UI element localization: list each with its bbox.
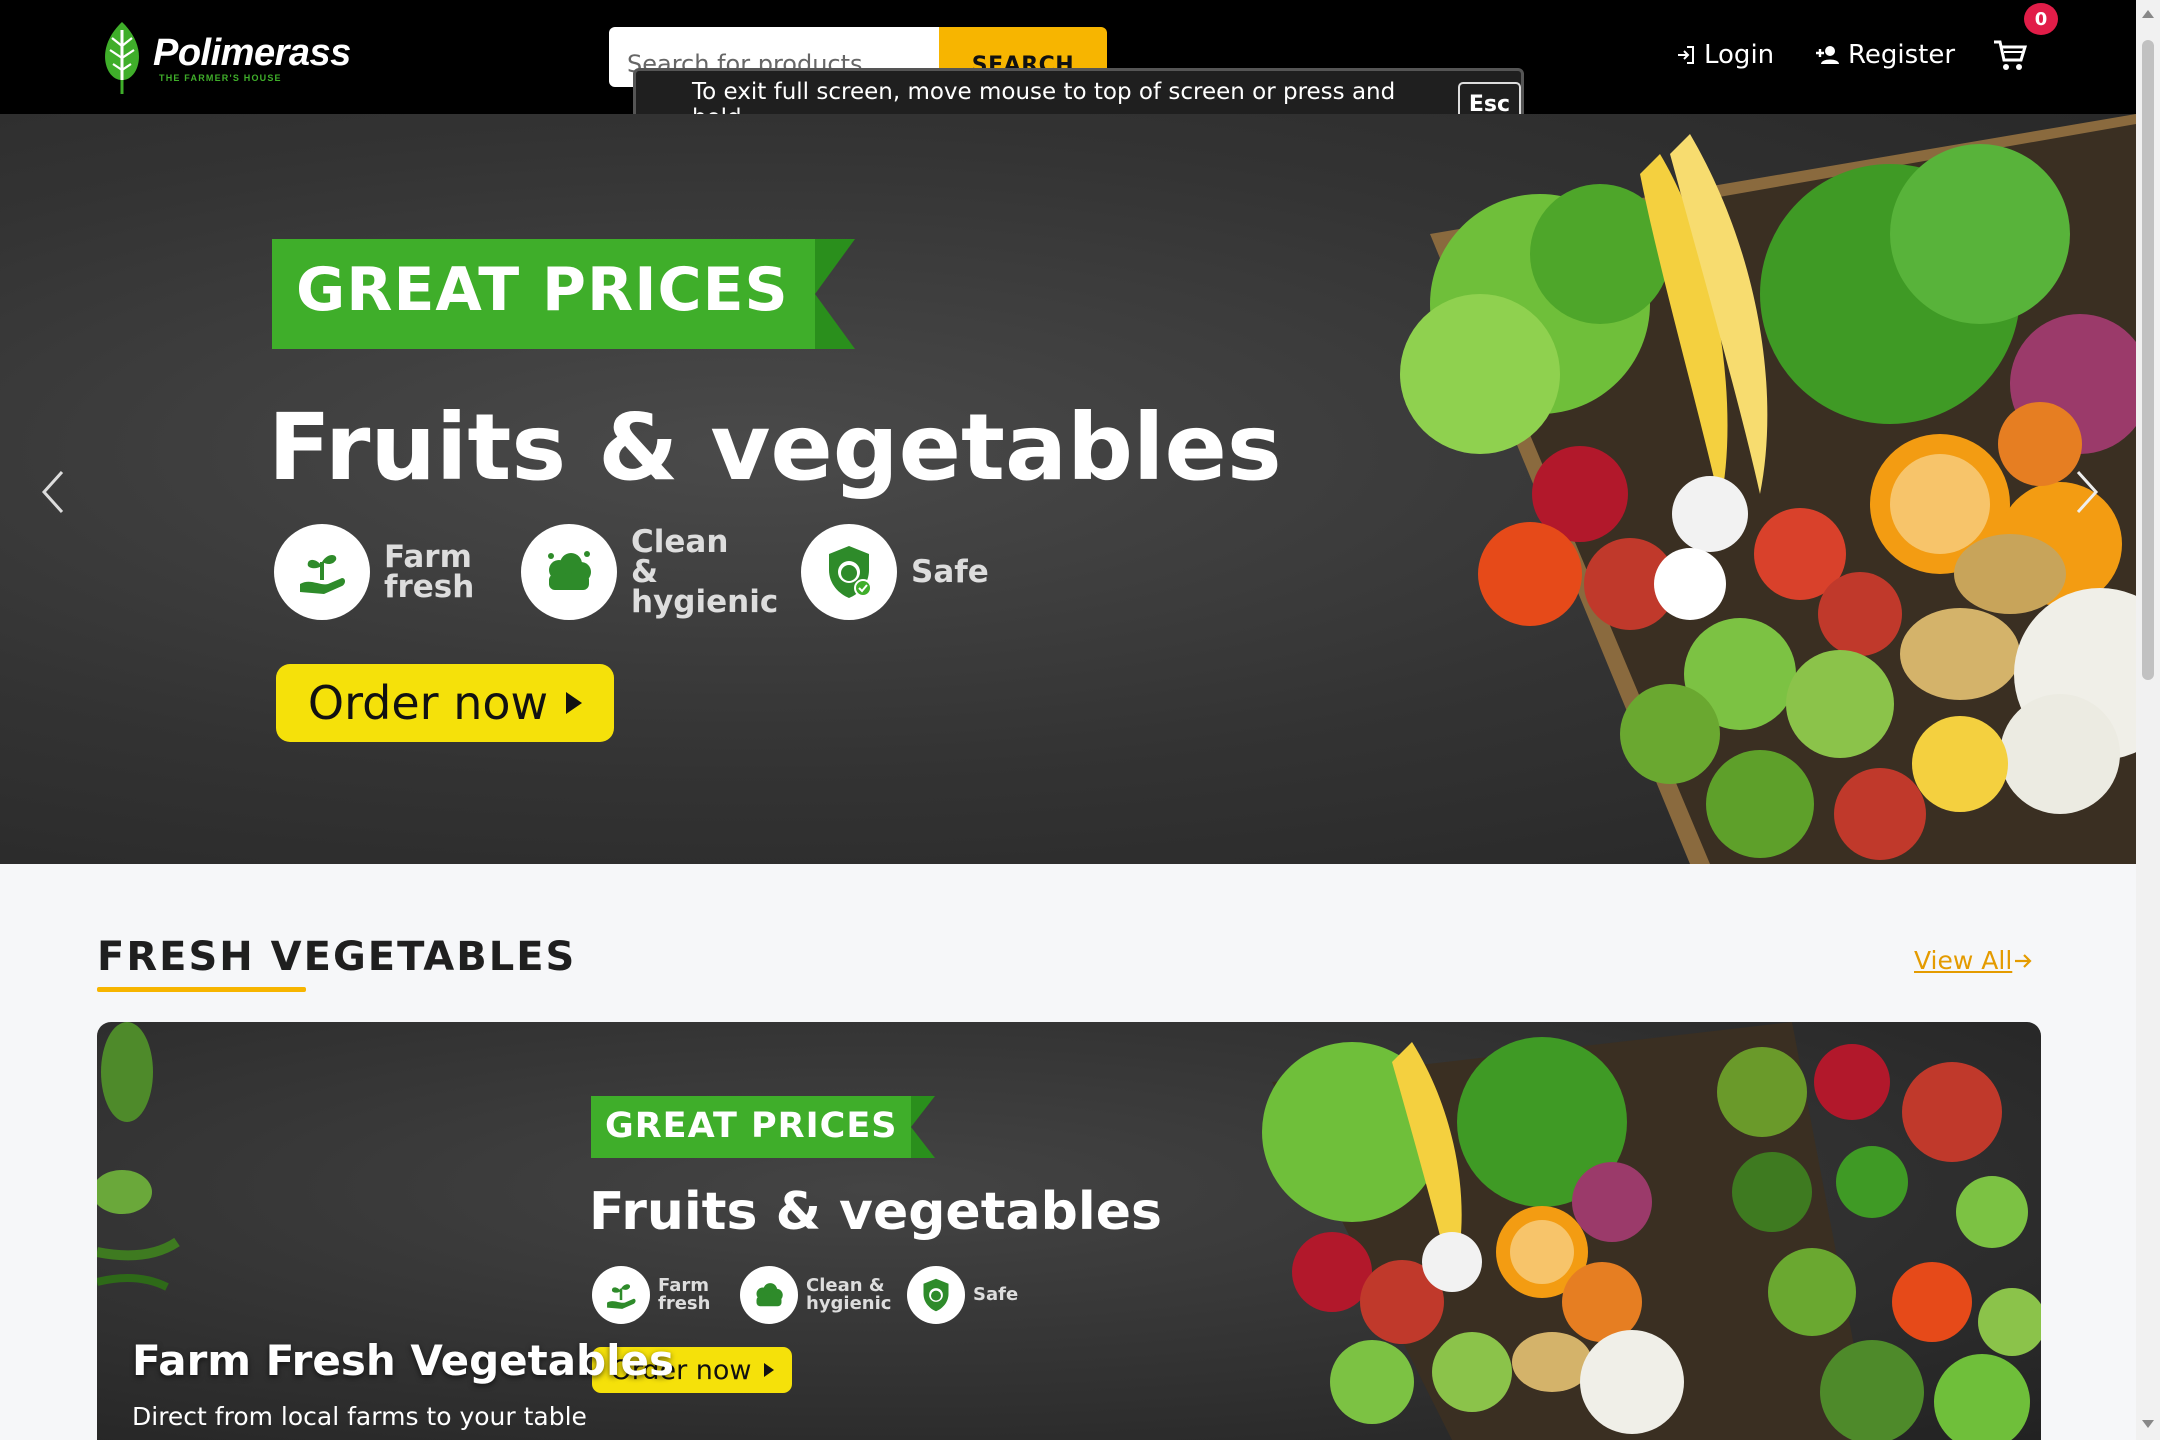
login-label: Login [1704, 40, 1775, 70]
play-arrow-icon [566, 692, 583, 714]
order-now-label: Order now [307, 676, 549, 730]
card-subtitle: Direct from local farms to your table [132, 1402, 587, 1431]
feature-label: Clean & hygienic [806, 1275, 892, 1314]
feature-safe: Safe [801, 524, 1041, 620]
feature-label: Safe [973, 1284, 1019, 1305]
order-now-button[interactable]: Order now [276, 664, 614, 742]
hero-carousel: GREAT PRICES Fruits & vegetables Farm fr… [0, 114, 2136, 864]
register-label: Register [1848, 40, 1956, 70]
arrow-right-icon [2015, 953, 2032, 968]
page-scrollbar[interactable] [2136, 0, 2160, 1440]
card-ribbon: GREAT PRICES [591, 1096, 936, 1158]
hand-plant-icon [274, 524, 370, 620]
logo-text: Polimerass THE FARMER'S HOUSE [153, 33, 351, 83]
hero-ribbon-text: GREAT PRICES [272, 239, 815, 349]
view-all-link[interactable]: View All [1914, 946, 2034, 975]
brand-tagline: THE FARMER'S HOUSE [159, 73, 282, 83]
card-title: Farm Fresh Vegetables [132, 1336, 675, 1385]
card-ribbon-text: GREAT PRICES [591, 1096, 912, 1158]
scroll-thumb[interactable] [2142, 40, 2154, 680]
view-all-label: View All [1914, 946, 2013, 975]
category-card-vegetables[interactable]: GREAT PRICES Fruits & vegetables Farm fr… [97, 1022, 2041, 1440]
login-link[interactable]: Login [1674, 40, 1774, 70]
safe-apple-icon [801, 524, 897, 620]
feature-farm-fresh: Farm fresh [274, 524, 514, 620]
register-link[interactable]: Register [1814, 40, 1955, 70]
hand-plant-icon [592, 1266, 650, 1324]
feature-clean-hygienic: Clean & hygienic [521, 524, 779, 620]
card-feature-safe: Safe [907, 1266, 1063, 1324]
leaf-icon [105, 22, 139, 94]
feature-label: Clean & hygienic [631, 524, 779, 620]
carousel-prev-arrow[interactable] [34, 462, 74, 522]
feature-label: Safe [911, 554, 989, 590]
card-produce-image [1262, 1022, 2041, 1440]
safe-apple-icon [907, 1266, 965, 1324]
cart-count-badge: 0 [2024, 3, 2058, 35]
carousel-next-arrow[interactable] [2066, 462, 2106, 522]
scroll-up-arrow-icon[interactable] [2142, 10, 2154, 18]
play-arrow-icon [763, 1363, 774, 1377]
card-feature-farm-fresh: Farm fresh [592, 1266, 748, 1324]
hero-headline: Fruits & vegetables [268, 394, 1282, 501]
feature-label: Farm fresh [384, 539, 475, 605]
brand-name: Polimerass [153, 32, 351, 74]
hero-ribbon: GREAT PRICES [272, 239, 855, 349]
cart-icon[interactable] [1992, 38, 2028, 74]
register-icon [1816, 46, 1839, 64]
card-headline: Fruits & vegetables [589, 1182, 1162, 1242]
brand-logo[interactable]: Polimerass THE FARMER'S HOUSE [97, 20, 351, 96]
login-icon [1678, 46, 1694, 64]
ribbon-tail [814, 239, 855, 349]
ribbon-tail [911, 1096, 936, 1158]
feature-label: Farm fresh [658, 1275, 711, 1314]
produce-image [1400, 114, 2136, 864]
section-title: FRESH VEGETABLES [97, 934, 577, 980]
scroll-down-arrow-icon[interactable] [2142, 1420, 2154, 1428]
card-feature-clean-hygienic: Clean & hygienic [740, 1266, 896, 1324]
clean-veg-icon [740, 1266, 798, 1324]
section-underline [97, 987, 306, 992]
clean-veg-icon [521, 524, 617, 620]
